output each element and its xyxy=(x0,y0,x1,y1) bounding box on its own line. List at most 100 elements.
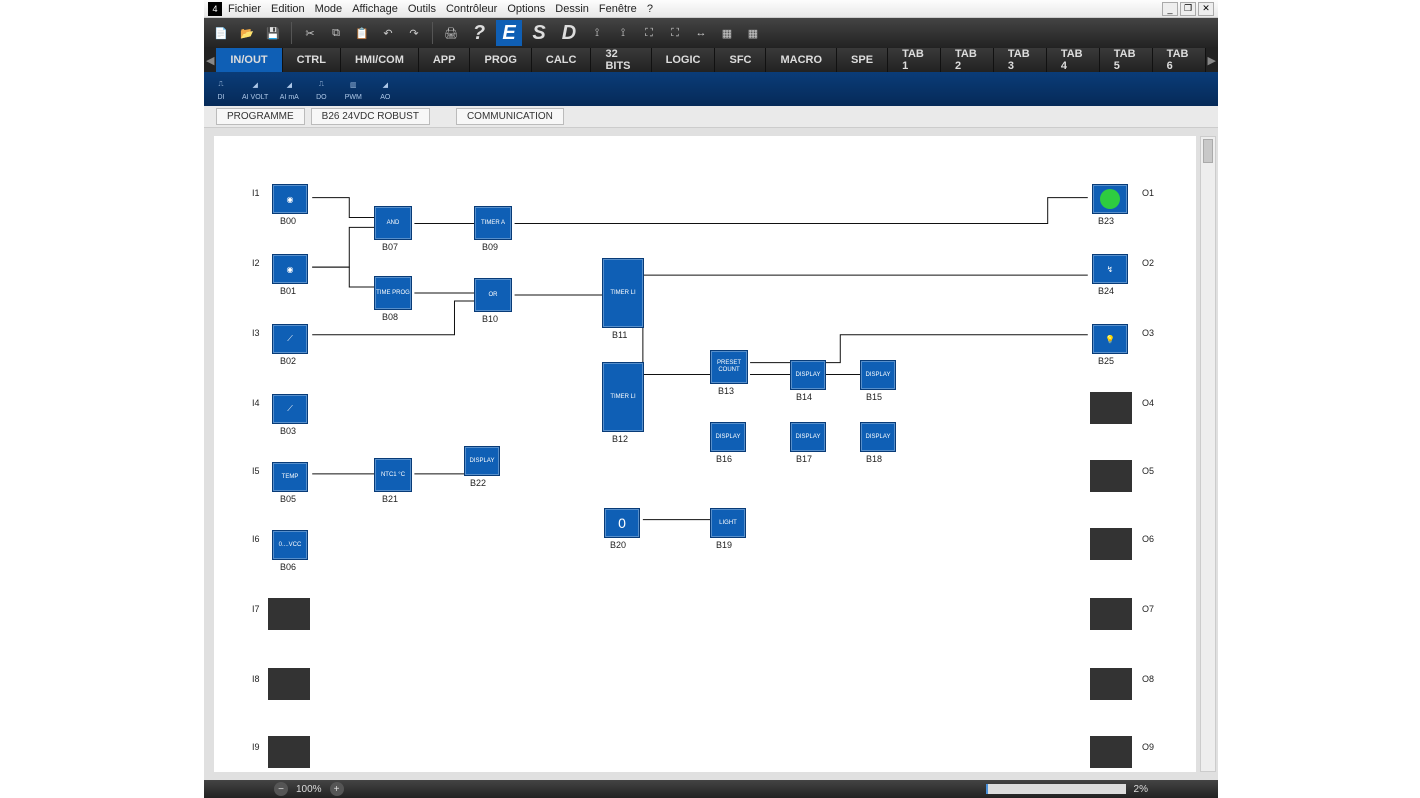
palette-ao[interactable]: ◢AO xyxy=(374,78,396,101)
output-slot-o9[interactable] xyxy=(1090,736,1132,768)
block-b23[interactable] xyxy=(1092,184,1128,214)
tool-g-icon[interactable]: ▦ xyxy=(742,22,764,44)
block-b08[interactable]: TIME PROG xyxy=(374,276,412,310)
tool-d-icon[interactable]: ⛶ xyxy=(664,22,686,44)
block-b03[interactable]: ⟋ xyxy=(272,394,308,424)
tab-6[interactable]: TAB 6 xyxy=(1153,48,1206,72)
block-b05[interactable]: TEMP xyxy=(272,462,308,492)
cut-icon[interactable]: ✂ xyxy=(299,22,321,44)
output-slot-o6[interactable] xyxy=(1090,528,1132,560)
block-b25[interactable]: 💡 xyxy=(1092,324,1128,354)
tool-e-icon[interactable]: ↔ xyxy=(690,22,712,44)
block-b02[interactable]: ⟋ xyxy=(272,324,308,354)
tabs-scroll-right-button[interactable]: ▶ xyxy=(1206,48,1218,72)
block-b00[interactable]: ◉ xyxy=(272,184,308,214)
save-icon[interactable]: 💾 xyxy=(262,22,284,44)
block-b15[interactable]: DISPLAY xyxy=(860,360,896,390)
debug-mode-button[interactable]: D xyxy=(556,20,582,46)
palette-pwm[interactable]: ▥PWM xyxy=(342,78,364,101)
block-b01[interactable]: ◉ xyxy=(272,254,308,284)
block-b18[interactable]: DISPLAY xyxy=(860,422,896,452)
menu-dessin[interactable]: Dessin xyxy=(555,3,589,15)
menu-edition[interactable]: Edition xyxy=(271,3,305,15)
tab-hmicom[interactable]: HMI/COM xyxy=(341,48,419,72)
tabs-scroll-left-button[interactable]: ◀ xyxy=(204,48,216,72)
menu-fenetre[interactable]: Fenêtre xyxy=(599,3,637,15)
tool-f-icon[interactable]: ▦ xyxy=(716,22,738,44)
tab-3[interactable]: TAB 3 xyxy=(994,48,1047,72)
block-b16[interactable]: DISPLAY xyxy=(710,422,746,452)
tool-b-icon[interactable]: ⟟ xyxy=(612,22,634,44)
undo-icon[interactable]: ↶ xyxy=(377,22,399,44)
palette-aima[interactable]: ◢AI mA xyxy=(278,78,300,101)
block-b21[interactable]: NTC1 °C xyxy=(374,458,412,492)
tab-sfc[interactable]: SFC xyxy=(715,48,766,72)
block-b06[interactable]: 0....VCC xyxy=(272,530,308,560)
block-b11[interactable]: TIMER LI xyxy=(602,258,644,328)
paste-icon[interactable]: 📋 xyxy=(351,22,373,44)
block-b22[interactable]: DISPLAY xyxy=(464,446,500,476)
zoom-in-button[interactable]: + xyxy=(330,782,344,796)
block-b12[interactable]: TIMER LI xyxy=(602,362,644,432)
palette-aivolt[interactable]: ◢AI VOLT xyxy=(242,78,268,101)
menu-help[interactable]: ? xyxy=(647,3,653,15)
tool-c-icon[interactable]: ⛶ xyxy=(638,22,660,44)
block-b14-label: B14 xyxy=(796,392,812,402)
tool-a-icon[interactable]: ⟟ xyxy=(586,22,608,44)
tab-5[interactable]: TAB 5 xyxy=(1100,48,1153,72)
tab-2[interactable]: TAB 2 xyxy=(941,48,994,72)
copy-icon[interactable]: ⧉ xyxy=(325,22,347,44)
open-file-icon[interactable]: 📂 xyxy=(236,22,258,44)
window-close-button[interactable]: ✕ xyxy=(1198,2,1214,16)
tab-inout[interactable]: IN/OUT xyxy=(216,48,282,72)
output-slot-o7[interactable] xyxy=(1090,598,1132,630)
menu-options[interactable]: Options xyxy=(507,3,545,15)
block-b24[interactable]: ↯ xyxy=(1092,254,1128,284)
block-b14[interactable]: DISPLAY xyxy=(790,360,826,390)
tab-4[interactable]: TAB 4 xyxy=(1047,48,1100,72)
menu-fichier[interactable]: Fichier xyxy=(228,3,261,15)
context-target-button[interactable]: B26 24VDC ROBUST xyxy=(311,108,430,125)
new-file-icon[interactable]: 📄 xyxy=(210,22,232,44)
tab-app[interactable]: APP xyxy=(419,48,471,72)
block-b17[interactable]: DISPLAY xyxy=(790,422,826,452)
context-programme-button[interactable]: PROGRAMME xyxy=(216,108,305,125)
menu-affichage[interactable]: Affichage xyxy=(352,3,398,15)
zoom-out-button[interactable]: − xyxy=(274,782,288,796)
palette-di[interactable]: ⎍DI xyxy=(210,78,232,101)
menu-controleur[interactable]: Contrôleur xyxy=(446,3,497,15)
block-b07[interactable]: AND xyxy=(374,206,412,240)
block-b09[interactable]: TIMER A xyxy=(474,206,512,240)
diagram-canvas[interactable]: I1 I2 I3 I4 I5 I6 I7 I8 I9 ◉ B00 ◉ B01 ⟋… xyxy=(214,136,1196,772)
block-b10[interactable]: OR xyxy=(474,278,512,312)
tab-macro[interactable]: MACRO xyxy=(766,48,837,72)
edit-mode-button[interactable]: E xyxy=(496,20,522,46)
menu-mode[interactable]: Mode xyxy=(315,3,343,15)
output-slot-o4[interactable] xyxy=(1090,392,1132,424)
input-slot-i8[interactable] xyxy=(268,668,310,700)
vertical-scrollbar[interactable] xyxy=(1200,136,1216,772)
input-slot-i7[interactable] xyxy=(268,598,310,630)
help-letter-button[interactable]: ? xyxy=(466,20,492,46)
sim-mode-button[interactable]: S xyxy=(526,20,552,46)
block-b19[interactable]: LIGHT xyxy=(710,508,746,538)
input-slot-i9[interactable] xyxy=(268,736,310,768)
block-b13[interactable]: PRESET COUNT xyxy=(710,350,748,384)
tab-1[interactable]: TAB 1 xyxy=(888,48,941,72)
window-minimize-button[interactable]: _ xyxy=(1162,2,1178,16)
block-b20[interactable]: 0 xyxy=(604,508,640,538)
context-communication-button[interactable]: COMMUNICATION xyxy=(456,108,564,125)
print-icon[interactable]: 🖨 xyxy=(440,22,462,44)
tab-32bits[interactable]: 32 BITS xyxy=(591,48,651,72)
window-restore-button[interactable]: ❐ xyxy=(1180,2,1196,16)
output-slot-o8[interactable] xyxy=(1090,668,1132,700)
palette-do[interactable]: ⎍DO xyxy=(310,78,332,101)
redo-icon[interactable]: ↷ xyxy=(403,22,425,44)
tab-calc[interactable]: CALC xyxy=(532,48,592,72)
tab-ctrl[interactable]: CTRL xyxy=(283,48,341,72)
output-slot-o5[interactable] xyxy=(1090,460,1132,492)
tab-prog[interactable]: PROG xyxy=(470,48,531,72)
menu-outils[interactable]: Outils xyxy=(408,3,436,15)
tab-logic[interactable]: LOGIC xyxy=(652,48,716,72)
tab-spe[interactable]: SPE xyxy=(837,48,888,72)
